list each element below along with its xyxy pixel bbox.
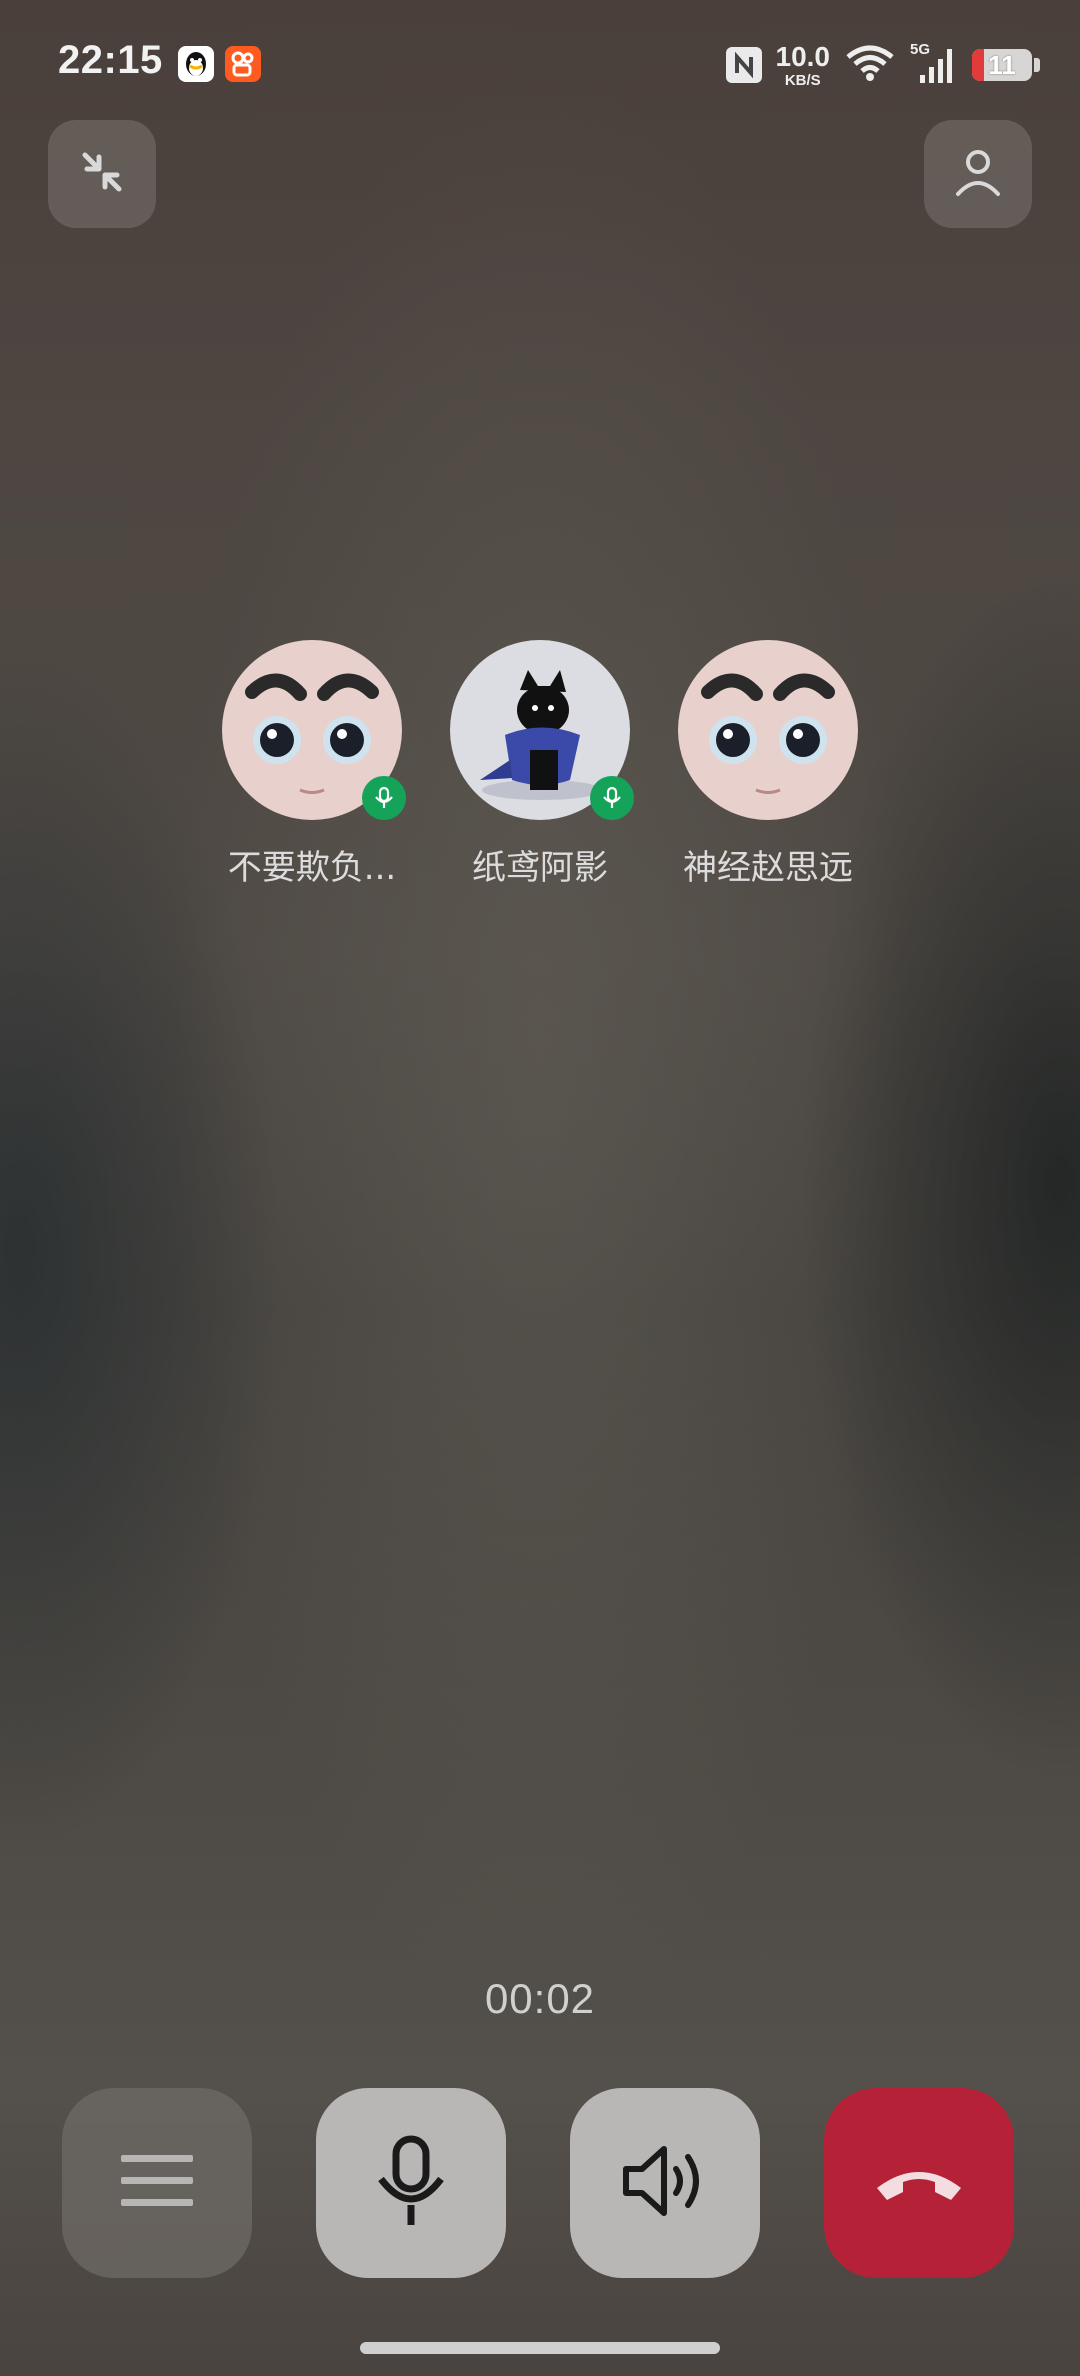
minimize-button[interactable] — [48, 120, 156, 228]
participant-2[interactable]: 纸鸢阿影 — [450, 640, 634, 889]
hang-up-icon — [871, 2156, 967, 2211]
menu-lines-icon — [119, 2151, 195, 2216]
participant-name: 纸鸢阿影 — [472, 848, 608, 888]
microphone-icon — [375, 786, 393, 808]
battery-tip — [1034, 58, 1040, 72]
speaker-icon — [620, 2141, 710, 2226]
kuaishou-icon — [225, 46, 261, 82]
participant-name: 神经赵思远 — [683, 848, 853, 888]
speaker-button[interactable] — [570, 2088, 760, 2278]
microphone-button[interactable] — [316, 2088, 506, 2278]
add-member-button[interactable] — [924, 120, 1032, 228]
cellular-signal-icon: 5G — [910, 41, 958, 87]
call-duration: 00:02 — [484, 1975, 596, 2022]
status-time: 22:15 — [58, 38, 163, 82]
battery-fill — [972, 49, 984, 81]
home-indicator[interactable] — [360, 2342, 720, 2354]
participant-3[interactable]: 神经赵思远 — [678, 640, 858, 889]
mic-active-badge — [590, 776, 634, 820]
person-icon — [948, 142, 1008, 207]
participant-name: 不要欺负... — [227, 848, 397, 888]
avatar — [450, 640, 634, 820]
avatar — [222, 640, 406, 820]
minimize-arrows-icon — [75, 145, 129, 204]
menu-button[interactable] — [62, 2088, 252, 2278]
hang-up-button[interactable] — [824, 2088, 1014, 2278]
wifi-icon — [844, 43, 896, 88]
status-bar: 22:15 10.0 KB/S 5G 11 — [0, 0, 1080, 120]
participant-1[interactable]: 不要欺负... — [222, 640, 406, 889]
battery-level: 11 — [988, 49, 1016, 80]
microphone-icon — [371, 2133, 451, 2234]
cartoon-face-avatar — [678, 640, 858, 820]
battery-icon: 11 — [972, 49, 1032, 81]
net-speed: 10.0 KB/S — [775, 40, 831, 89]
avatar — [678, 640, 858, 820]
net-speed-unit: KB/S — [784, 71, 821, 89]
nfc-icon — [725, 47, 762, 83]
net-speed-value: 10.0 — [775, 40, 831, 72]
status-right-group: 10.0 KB/S 5G 11 — [725, 40, 1040, 90]
qq-icon — [178, 46, 214, 82]
mic-active-badge — [362, 776, 406, 820]
microphone-icon — [603, 786, 621, 808]
